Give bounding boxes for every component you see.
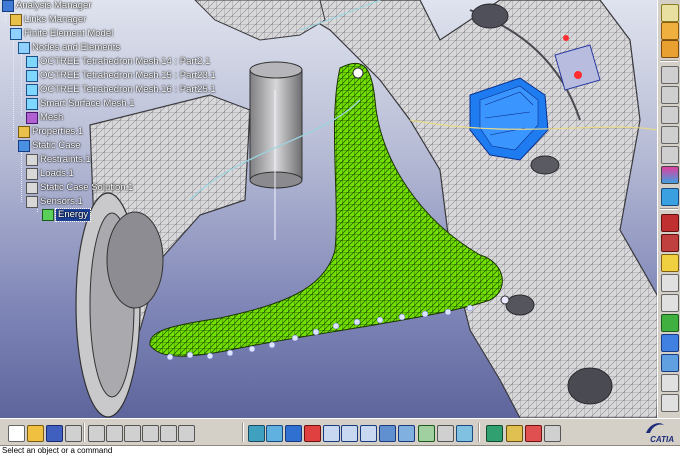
tree-item-static-case-solution[interactable]: Static Case Solution.1 [26,182,133,194]
open-icon[interactable] [27,425,44,442]
tree-item-smart-surface-mesh[interactable]: Smart Surface Mesh.1 [26,98,135,110]
tree-item-mesh-15[interactable]: OCTREE Tetrahedron Mesh.15 : Part23.1 [26,70,216,82]
line-icon[interactable] [661,66,679,84]
analysis-icon[interactable] [661,40,679,58]
tree-item-finite-element-model[interactable]: Finite Element Model [10,28,113,40]
tree-item-loads[interactable]: Loads.1 [26,168,74,180]
tree-item-properties[interactable]: Properties.1 [18,126,83,138]
undo-icon[interactable] [142,425,159,442]
swap-visible-icon[interactable] [456,425,473,442]
mesh-icon [26,70,38,82]
catalog-icon[interactable] [544,425,561,442]
loads-icon [26,168,38,180]
energy-icon [42,209,54,221]
paste-icon[interactable] [124,425,141,442]
tree-item-restraints[interactable]: Restraints.1 [26,154,91,166]
fly-mode-icon[interactable] [248,425,265,442]
print-icon[interactable] [65,425,82,442]
new-icon[interactable] [8,425,25,442]
tree-item-static-case[interactable]: Static Case [18,140,81,152]
arc-icon[interactable] [661,106,679,124]
load-icon[interactable] [661,234,679,252]
pan-icon[interactable] [285,425,302,442]
restraint-icon[interactable] [661,188,679,206]
mesh-icon [26,84,38,96]
curve-icon[interactable] [661,86,679,104]
strut-bushing [249,69,303,181]
tree-item-mesh-14[interactable]: OCTREE Tetrahedron Mesh.14 : Part2.1 [26,56,210,68]
report-icon[interactable] [661,374,679,392]
status-bar [0,445,680,455]
static-case-icon [18,140,30,152]
copy-icon[interactable] [106,425,123,442]
image-icon[interactable] [661,354,679,372]
measure-icon[interactable] [506,425,523,442]
command-prompt-input[interactable] [0,446,680,455]
tree-item-nodes-and-elements[interactable]: Nodes and Elements [18,42,120,54]
multi-view-icon[interactable] [379,425,396,442]
bottom-toolbar: CATIA [0,418,680,445]
clamp-icon[interactable] [661,214,679,232]
color-icon[interactable] [661,166,679,184]
cut-icon[interactable] [88,425,105,442]
redo-icon[interactable] [160,425,177,442]
hide-show-icon[interactable] [437,425,454,442]
shading-icon[interactable] [418,425,435,442]
compass-icon[interactable] [661,22,679,40]
sensor-icon[interactable] [661,314,679,332]
right-toolbar [657,0,680,418]
catia-logo: CATIA [640,421,674,444]
catia-logo-mark [646,423,664,433]
analysis-manager-icon [2,0,14,12]
tree-item-sensors[interactable]: Sensors.1 [26,196,83,208]
links-manager-icon [10,14,22,26]
tree-item-energy[interactable]: Energy [42,208,92,222]
nodes-elements-icon [18,42,30,54]
connect-icon[interactable] [661,126,679,144]
3d-viewport[interactable]: Analysis Manager Links Manager Finite El… [0,0,657,418]
results-icon[interactable] [661,394,679,412]
fit-all-icon[interactable] [266,425,283,442]
iso-view-icon[interactable] [398,425,415,442]
mesh-folder-icon [26,112,38,124]
mesh-icon [26,56,38,68]
finite-element-model-icon [10,28,22,40]
normal-view-icon[interactable] [360,425,377,442]
tree-item-mesh[interactable]: Mesh [26,112,63,124]
specification-tree[interactable]: Analysis Manager Links Manager Finite El… [0,0,216,222]
distributed-force-icon[interactable] [661,274,679,292]
scale-icon[interactable] [661,146,679,164]
tree-item-links-manager[interactable]: Links Manager [10,14,86,26]
moment-icon[interactable] [661,294,679,312]
save-icon[interactable] [46,425,63,442]
zoom-out-icon[interactable] [341,425,358,442]
restraints-icon [26,154,38,166]
tree-item-analysis-manager[interactable]: Analysis Manager [2,0,92,12]
sensors-icon [26,196,38,208]
rotate-icon[interactable] [304,425,321,442]
whats-this-icon[interactable] [178,425,195,442]
properties-icon [18,126,30,138]
tree-item-mesh-16[interactable]: OCTREE Tetrahedron Mesh.16 : Part25.1 [26,84,216,96]
pressure-icon[interactable] [661,254,679,272]
compute-icon[interactable] [661,334,679,352]
sensor-toolbar-icon[interactable] [525,425,542,442]
zoom-in-icon[interactable] [323,425,340,442]
material-icon[interactable] [486,425,503,442]
sketcher-icon[interactable] [661,4,679,22]
solution-icon [26,182,38,194]
subframe-hole [471,3,509,29]
surface-mesh-icon [26,98,38,110]
